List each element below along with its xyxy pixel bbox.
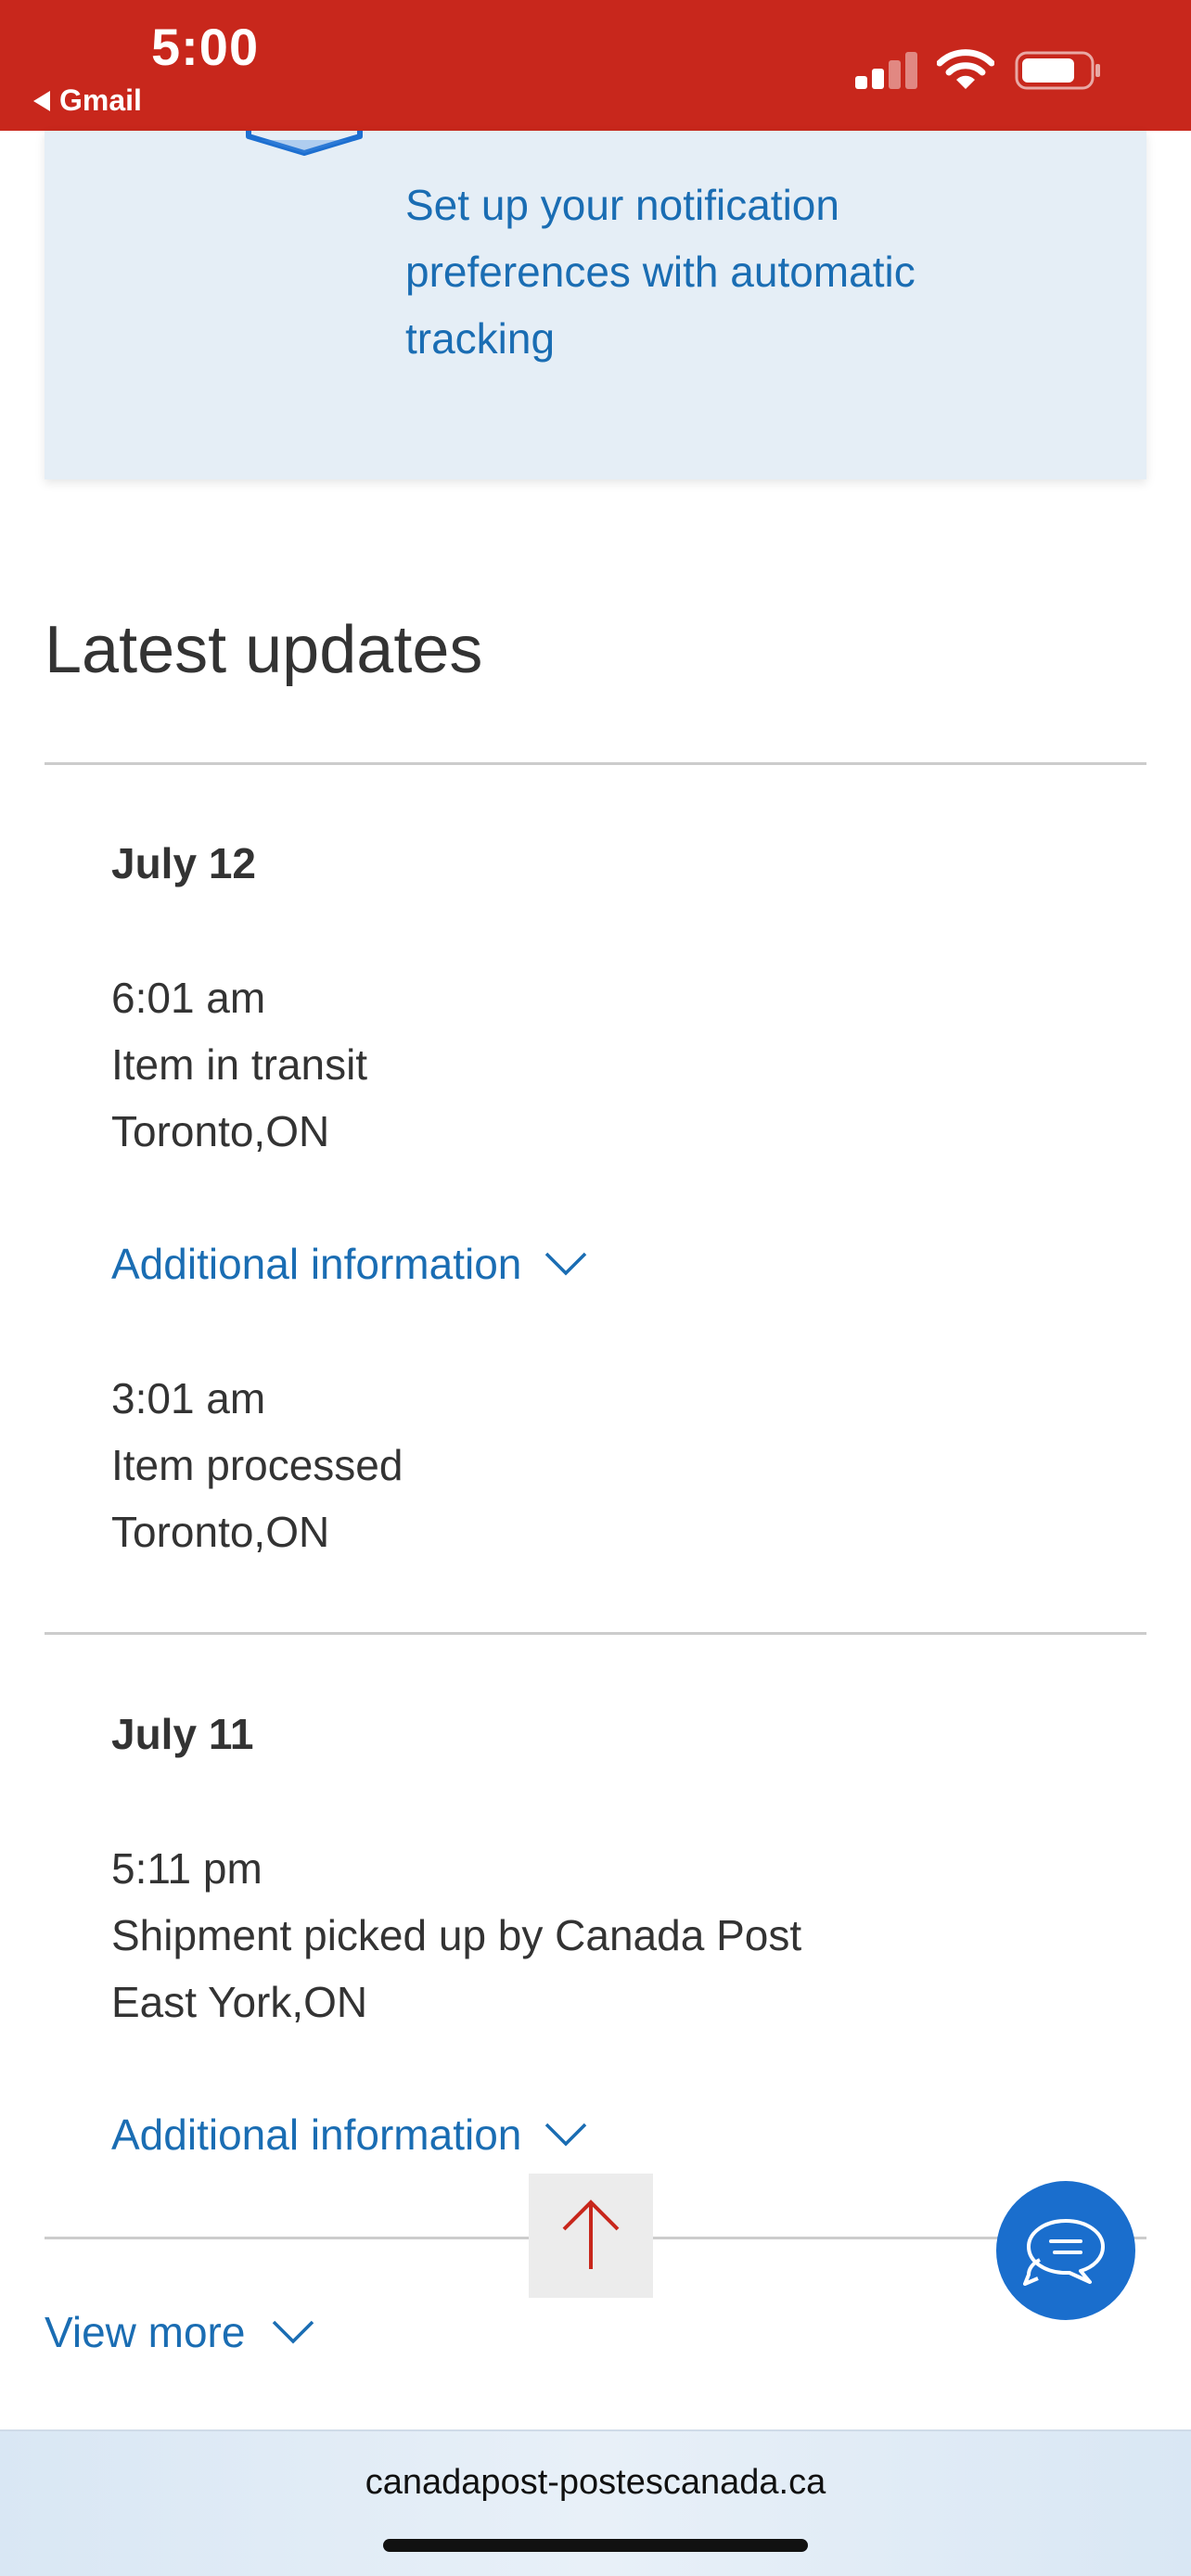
notification-preferences-link[interactable]: Set up your notification preferences wit… (405, 172, 1073, 372)
arrow-up-icon (562, 2200, 620, 2269)
additional-information-toggle[interactable]: Additional information (111, 2110, 588, 2160)
event-location: East York,ON (111, 1978, 368, 2026)
package-icon (246, 131, 363, 156)
status-time: 5:00 (151, 18, 260, 76)
wifi-icon (937, 49, 994, 89)
event-status: Item processed (111, 1441, 403, 1489)
update-date: July 11 (111, 1710, 254, 1758)
url-text[interactable]: canadapost-postescanada.ca (0, 2463, 1191, 2503)
home-indicator[interactable] (383, 2539, 808, 2552)
chevron-down-icon (273, 2320, 314, 2344)
chat-bubbles-icon (1023, 2219, 1105, 2286)
view-more-toggle[interactable]: View more (45, 2307, 315, 2357)
event-status: Item in transit (111, 1040, 368, 1089)
tracking-event: 5:11 pm Shipment picked up by Canada Pos… (111, 1835, 801, 2035)
chat-button[interactable] (996, 2181, 1135, 2320)
chevron-down-icon (545, 1252, 587, 1276)
view-more-label: View more (45, 2308, 246, 2356)
additional-information-label: Additional information (111, 1240, 522, 1288)
additional-information-label: Additional information (111, 2111, 522, 2159)
divider (45, 1632, 1146, 1635)
event-time: 5:11 pm (111, 1844, 263, 1893)
cellular-signal-icon (855, 50, 918, 89)
notification-preferences-card[interactable]: Set up your notification preferences wit… (45, 131, 1146, 479)
tracking-event: 6:01 am Item in transit Toronto,ON (111, 964, 367, 1165)
latest-updates-heading: Latest updates (45, 613, 483, 687)
tracking-event: 3:01 am Item processed Toronto,ON (111, 1365, 403, 1565)
event-location: Toronto,ON (111, 1508, 330, 1556)
back-triangle-icon (33, 90, 50, 111)
event-time: 6:01 am (111, 974, 266, 1022)
divider (45, 762, 1146, 765)
back-to-gmail-link[interactable]: Gmail (33, 83, 142, 118)
event-location: Toronto,ON (111, 1107, 330, 1155)
event-time: 3:01 am (111, 1374, 266, 1422)
event-status: Shipment picked up by Canada Post (111, 1911, 802, 1959)
additional-information-toggle[interactable]: Additional information (111, 1239, 588, 1289)
back-app-label: Gmail (59, 83, 142, 117)
browser-address-bar[interactable]: canadapost-postescanada.ca (0, 2429, 1191, 2576)
scroll-to-top-button[interactable] (529, 2174, 653, 2298)
update-date: July 12 (111, 839, 256, 887)
battery-icon (1015, 51, 1100, 90)
chevron-down-icon (545, 2123, 587, 2147)
status-bar: 5:00 Gmail (0, 0, 1191, 131)
